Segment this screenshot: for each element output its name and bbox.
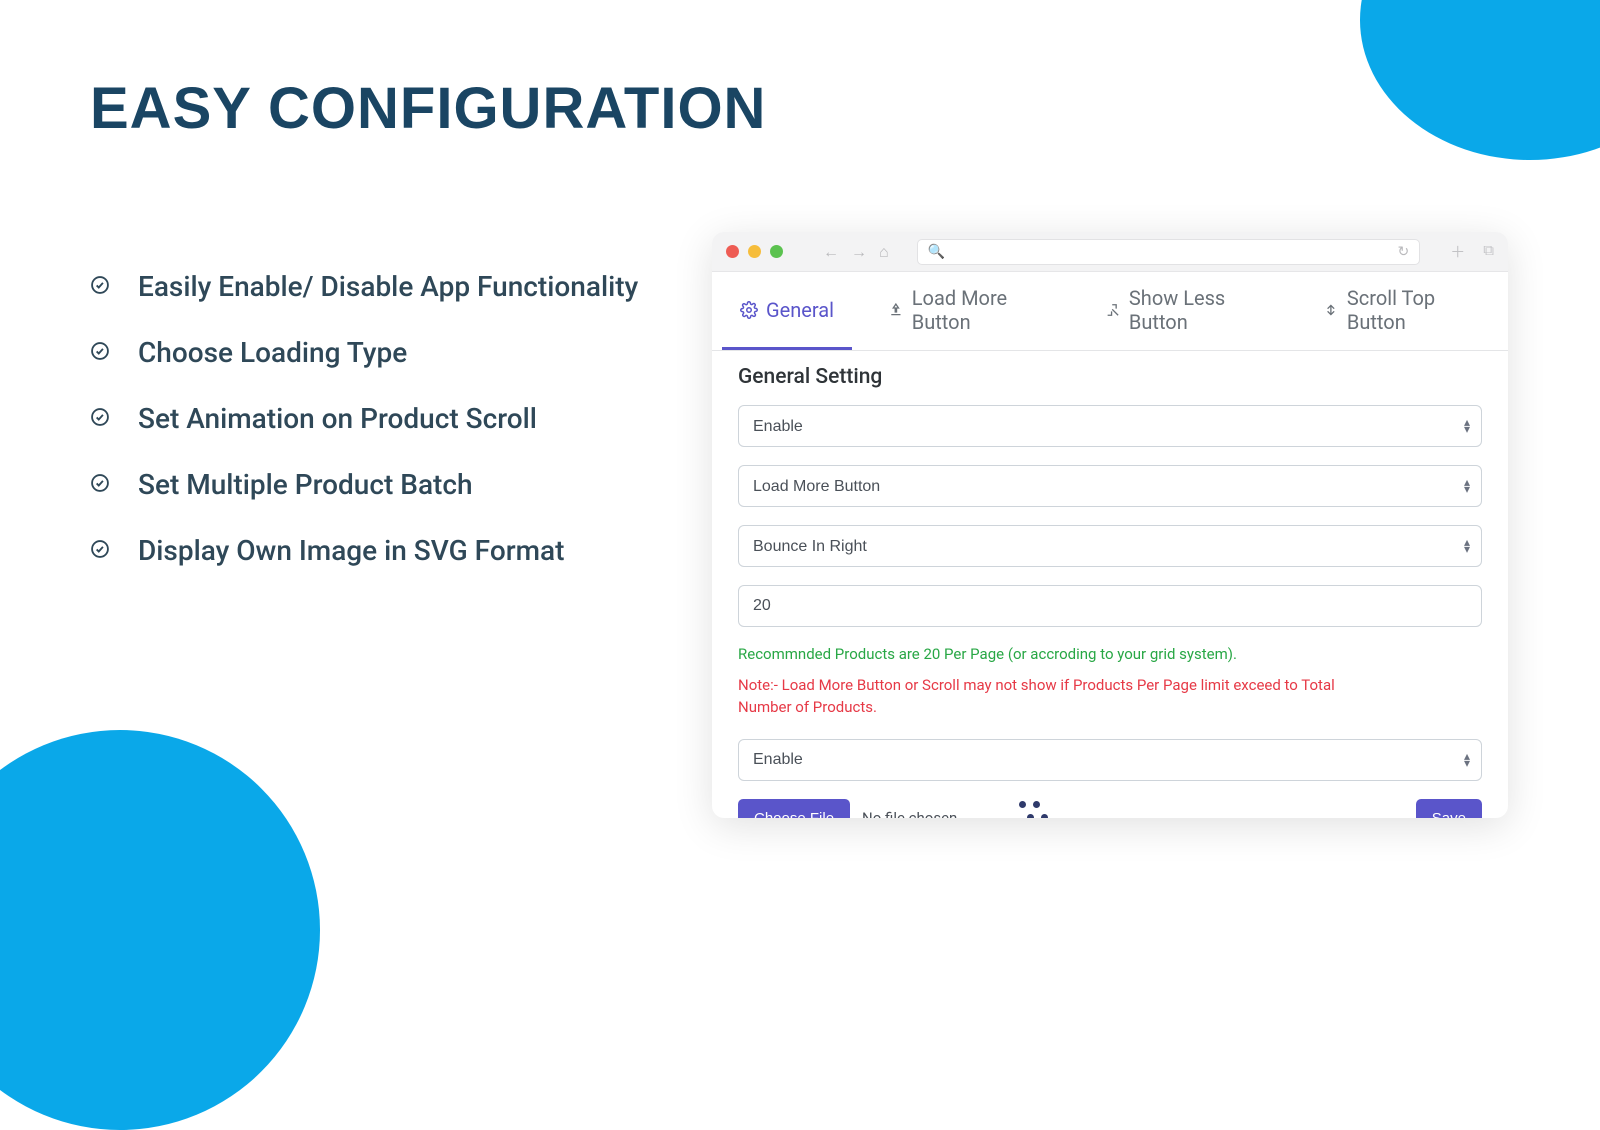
tab-label: Scroll Top Button [1347, 286, 1480, 334]
hint-recommended: Recommnded Products are 20 Per Page (or … [738, 645, 1482, 663]
decor-corner-bottom [0, 730, 320, 1130]
close-icon[interactable] [726, 245, 739, 258]
feature-label: Choose Loading Type [138, 336, 407, 369]
file-row: Choose File No file chosen Save [738, 799, 1482, 819]
tab-label: Show Less Button [1129, 286, 1269, 334]
enable-select[interactable]: Enable [738, 405, 1482, 447]
tab-bar: General Load More Button Show Less Butto… [712, 272, 1508, 351]
back-icon[interactable]: ← [823, 242, 839, 262]
tab-general[interactable]: General [722, 272, 852, 350]
page-title: EASY CONFIGURATION [90, 75, 766, 142]
tab-scroll-top[interactable]: Scroll Top Button [1305, 272, 1498, 350]
feature-label: Set Multiple Product Batch [138, 468, 473, 501]
browser-chrome: ← → ⌂ 🔍 ↻ ＋ ⧉ [712, 232, 1508, 272]
save-button[interactable]: Save [1416, 799, 1482, 819]
hint-note: Note:- Load More Button or Scroll may no… [738, 675, 1378, 719]
tab-label: General [766, 298, 834, 322]
maximize-icon[interactable] [770, 245, 783, 258]
feature-item: Set Multiple Product Batch [90, 468, 638, 501]
feature-list: Easily Enable/ Disable App Functionality… [90, 270, 638, 567]
gear-icon [740, 301, 758, 319]
home-icon[interactable]: ⌂ [879, 242, 889, 262]
tab-show-less[interactable]: Show Less Button [1087, 272, 1287, 350]
newtab-icon[interactable]: ＋ [1450, 241, 1465, 262]
browser-right-controls: ＋ ⧉ [1450, 241, 1494, 262]
tab-label: Load More Button [912, 286, 1051, 334]
feature-item: Display Own Image in SVG Format [90, 534, 638, 567]
batch-input-wrap [738, 585, 1482, 627]
feature-label: Display Own Image in SVG Format [138, 534, 564, 567]
show-less-icon [1105, 301, 1121, 319]
feature-item: Set Animation on Product Scroll [90, 402, 638, 435]
animation-select-wrap: Bounce In Right ▴▾ [738, 525, 1482, 567]
copy-icon[interactable]: ⧉ [1483, 241, 1494, 262]
search-icon: 🔍 [928, 244, 945, 260]
window-controls [726, 245, 783, 258]
scroll-top-icon [1323, 301, 1339, 319]
tab-load-more[interactable]: Load More Button [870, 272, 1069, 350]
animation-select[interactable]: Bounce In Right [738, 525, 1482, 567]
loading-type-select[interactable]: Load More Button [738, 465, 1482, 507]
image-enable-select[interactable]: Enable [738, 739, 1482, 781]
file-status: No file chosen [862, 809, 957, 818]
feature-item: Choose Loading Type [90, 336, 638, 369]
feature-label: Set Animation on Product Scroll [138, 402, 537, 435]
decor-corner-top [1360, 0, 1600, 160]
browser-nav: ← → ⌂ [823, 242, 889, 262]
image-enable-select-wrap: Enable ▴▾ [738, 739, 1482, 781]
check-icon [90, 407, 110, 431]
check-icon [90, 473, 110, 497]
choose-file-button[interactable]: Choose File [738, 799, 850, 819]
check-icon [90, 275, 110, 299]
browser-window: ← → ⌂ 🔍 ↻ ＋ ⧉ General Load More Button S… [712, 232, 1508, 818]
loading-spinner-icon [1009, 801, 1049, 818]
check-icon [90, 341, 110, 365]
minimize-icon[interactable] [748, 245, 761, 258]
reload-icon[interactable]: ↻ [1398, 244, 1410, 260]
load-more-icon [888, 301, 904, 319]
general-panel: General Setting Enable ▴▾ Load More Butt… [712, 351, 1508, 818]
check-icon [90, 539, 110, 563]
panel-title: General Setting [738, 365, 1482, 389]
enable-select-wrap: Enable ▴▾ [738, 405, 1482, 447]
address-bar[interactable]: 🔍 ↻ [917, 239, 1421, 265]
loading-type-select-wrap: Load More Button ▴▾ [738, 465, 1482, 507]
batch-input[interactable] [738, 585, 1482, 627]
feature-item: Easily Enable/ Disable App Functionality [90, 270, 638, 303]
forward-icon[interactable]: → [851, 242, 867, 262]
feature-label: Easily Enable/ Disable App Functionality [138, 270, 638, 303]
